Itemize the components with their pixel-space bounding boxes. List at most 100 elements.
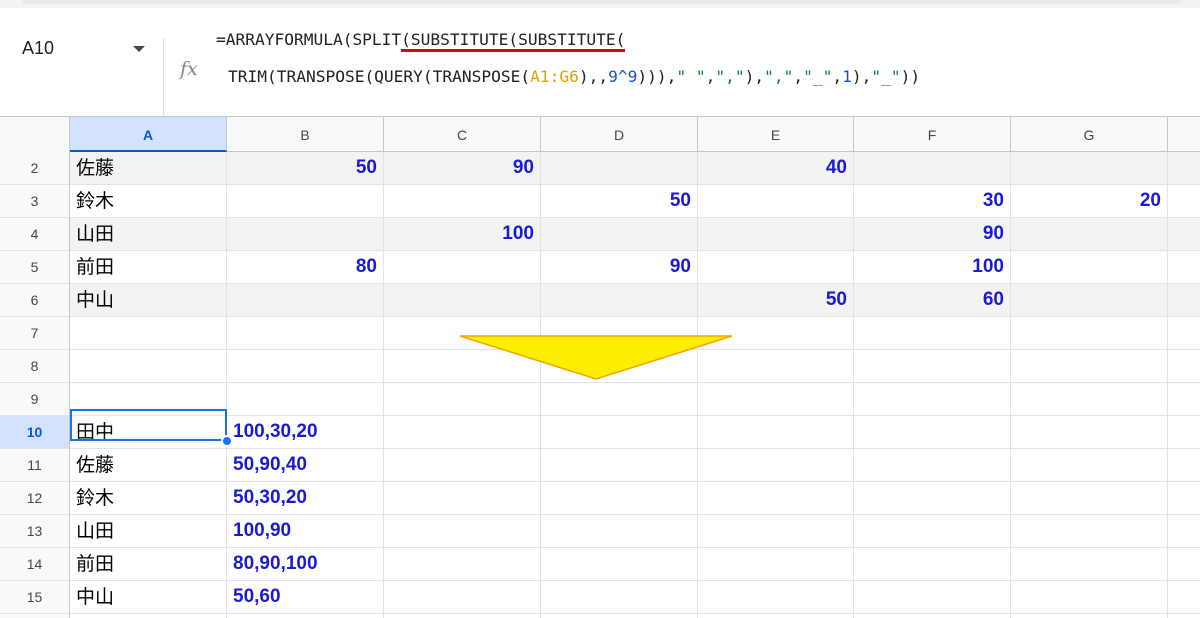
cell-result[interactable]: 100,30,20 <box>227 416 384 449</box>
cell-empty[interactable] <box>1168 152 1200 185</box>
cell-empty[interactable] <box>541 383 698 416</box>
cell-empty[interactable] <box>541 416 698 449</box>
cell-empty[interactable] <box>1168 482 1200 515</box>
fill-handle[interactable] <box>221 435 233 447</box>
cell-result[interactable]: 80,90,100 <box>227 548 384 581</box>
row-header[interactable]: 3 <box>0 185 70 218</box>
row-header[interactable]: 2 <box>0 152 70 185</box>
cell-empty[interactable] <box>854 548 1011 581</box>
cell-empty[interactable] <box>384 614 541 618</box>
cell-empty[interactable] <box>1168 416 1200 449</box>
cell-result[interactable]: 100,90 <box>227 515 384 548</box>
column-header-next[interactable] <box>1168 116 1200 152</box>
cell-name[interactable]: 山田 <box>70 515 227 548</box>
cell-value[interactable] <box>541 152 698 185</box>
cell-empty[interactable] <box>541 449 698 482</box>
cell-empty[interactable] <box>1168 251 1200 284</box>
cell-empty[interactable] <box>384 515 541 548</box>
cell-value[interactable] <box>698 185 854 218</box>
row-header[interactable]: 9 <box>0 383 70 416</box>
cell-empty[interactable] <box>854 416 1011 449</box>
cell-value[interactable] <box>384 185 541 218</box>
cell-empty[interactable] <box>541 614 698 618</box>
cell-result[interactable]: 50,60 <box>227 581 384 614</box>
cell-result[interactable] <box>227 317 384 350</box>
cell-value[interactable]: 90 <box>541 251 698 284</box>
cell-empty[interactable] <box>698 449 854 482</box>
cell-empty[interactable] <box>541 482 698 515</box>
cell-name[interactable]: 佐藤 <box>70 152 227 185</box>
cell-name[interactable] <box>70 350 227 383</box>
cell-value[interactable] <box>541 284 698 317</box>
cell-empty[interactable] <box>698 383 854 416</box>
cell-name[interactable]: 山田 <box>70 218 227 251</box>
column-header-a[interactable]: A <box>70 116 227 152</box>
cell-empty[interactable] <box>1011 350 1168 383</box>
cell-empty[interactable] <box>1011 449 1168 482</box>
spreadsheet-grid[interactable]: A B C D E F G 2 佐藤 50 90 40 3 鈴木 50 30 20 4 山田 100 90… <box>0 116 1200 618</box>
cell-value[interactable]: 50 <box>227 152 384 185</box>
cell-name[interactable]: 鈴木 <box>70 185 227 218</box>
cell-empty[interactable] <box>698 614 854 618</box>
row-header[interactable]: 6 <box>0 284 70 317</box>
column-header-c[interactable]: C <box>384 116 541 152</box>
cell-empty[interactable] <box>384 416 541 449</box>
cell-empty[interactable] <box>698 482 854 515</box>
cell-result[interactable]: 50,30,20 <box>227 482 384 515</box>
cell-value[interactable] <box>1011 218 1168 251</box>
cell-empty[interactable] <box>384 449 541 482</box>
row-header[interactable]: 12 <box>0 482 70 515</box>
cell-empty[interactable] <box>384 548 541 581</box>
cell-value[interactable] <box>854 152 1011 185</box>
cell-empty[interactable] <box>227 614 384 618</box>
cell-empty[interactable] <box>854 449 1011 482</box>
cell-name[interactable]: 田中 <box>70 416 227 449</box>
cell-name[interactable]: 佐藤 <box>70 449 227 482</box>
column-header-b[interactable]: B <box>227 116 384 152</box>
cell-empty[interactable] <box>70 614 227 618</box>
cell-empty[interactable] <box>854 317 1011 350</box>
cell-empty[interactable] <box>698 548 854 581</box>
row-header[interactable]: 10 <box>0 416 70 449</box>
row-header[interactable]: 14 <box>0 548 70 581</box>
cell-value[interactable]: 90 <box>384 152 541 185</box>
cell-value[interactable]: 100 <box>854 251 1011 284</box>
chevron-down-icon[interactable] <box>133 46 145 52</box>
cell-value[interactable]: 50 <box>698 284 854 317</box>
cell-value[interactable] <box>541 218 698 251</box>
cell-value[interactable] <box>1011 152 1168 185</box>
column-header-d[interactable]: D <box>541 116 698 152</box>
cell-empty[interactable] <box>698 581 854 614</box>
cell-value[interactable] <box>227 218 384 251</box>
cell-empty[interactable] <box>854 614 1011 618</box>
cell-name[interactable]: 前田 <box>70 251 227 284</box>
cell-name[interactable] <box>70 383 227 416</box>
cell-empty[interactable] <box>1011 515 1168 548</box>
cell-name[interactable]: 前田 <box>70 548 227 581</box>
cell-empty[interactable] <box>1011 548 1168 581</box>
cell-name[interactable]: 鈴木 <box>70 482 227 515</box>
cell-empty[interactable] <box>1168 449 1200 482</box>
cell-value[interactable]: 90 <box>854 218 1011 251</box>
cell-empty[interactable] <box>698 416 854 449</box>
row-header[interactable]: 15 <box>0 581 70 614</box>
cell-empty[interactable] <box>541 548 698 581</box>
cell-value[interactable]: 60 <box>854 284 1011 317</box>
cell-name[interactable] <box>70 317 227 350</box>
cell-value[interactable]: 50 <box>541 185 698 218</box>
column-header-g[interactable]: G <box>1011 116 1168 152</box>
cell-empty[interactable] <box>1168 581 1200 614</box>
cell-name[interactable]: 中山 <box>70 284 227 317</box>
cell-empty[interactable] <box>1168 548 1200 581</box>
cell-empty[interactable] <box>541 515 698 548</box>
cell-empty[interactable] <box>1168 383 1200 416</box>
cell-empty[interactable] <box>854 482 1011 515</box>
row-header[interactable]: 4 <box>0 218 70 251</box>
name-box-value[interactable]: A10 <box>22 38 54 59</box>
name-box[interactable]: A10 <box>0 8 164 116</box>
cell-value[interactable] <box>384 251 541 284</box>
cell-empty[interactable] <box>1011 317 1168 350</box>
cell-empty[interactable] <box>854 383 1011 416</box>
cell-empty[interactable] <box>1011 614 1168 618</box>
cell-value[interactable]: 80 <box>227 251 384 284</box>
